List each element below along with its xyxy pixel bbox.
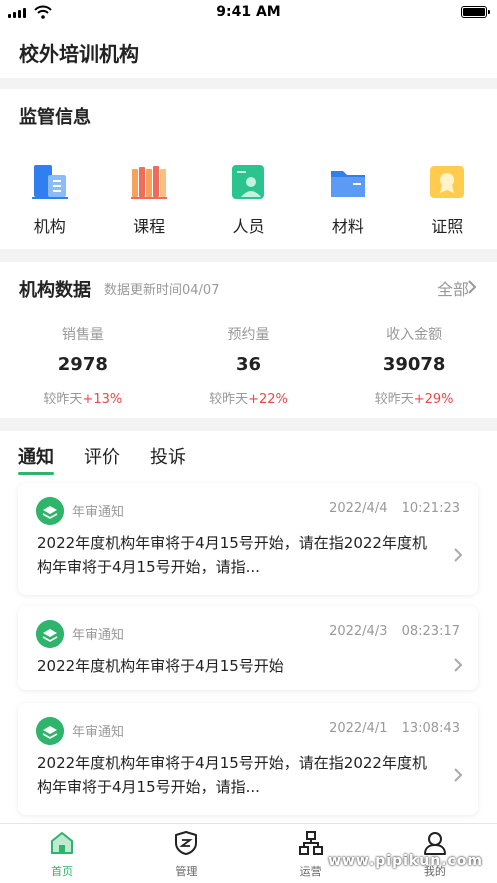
stat-value: 36 bbox=[235, 354, 262, 375]
stat-compare-label: 较昨天 bbox=[43, 392, 83, 407]
status-time: 9:41 AM bbox=[216, 4, 281, 20]
chevron-right-icon bbox=[454, 658, 463, 672]
notice-datetime: 2022/4/1 13:08:43 bbox=[329, 721, 460, 736]
books-icon bbox=[131, 166, 168, 199]
supervision-item-label: 课程 bbox=[133, 217, 166, 236]
stat-value: 2978 bbox=[57, 354, 108, 375]
institution-data-section: 机构数据 数据更新时间04/07 全部 销售量 2978 较昨天+13% 预约量… bbox=[0, 262, 497, 418]
tabbar-item-home[interactable]: 首页 bbox=[0, 824, 124, 883]
chevron-right-icon[interactable] bbox=[465, 277, 479, 297]
tab-complaints[interactable]: 投诉 bbox=[150, 443, 186, 475]
notice-tabs: 通知 评价 投诉 bbox=[18, 443, 216, 475]
supervision-icon-row: 机构 课程 人员 材料 证照 bbox=[0, 163, 497, 243]
tabbar-label: 首页 bbox=[51, 865, 74, 878]
supervision-item-license[interactable]: 证照 bbox=[398, 163, 497, 243]
notice-type: 年审通知 bbox=[72, 628, 125, 643]
notices-section: 通知 评价 投诉 年审通知 2022/4/4 10:21:23 2022年度机构… bbox=[0, 431, 497, 823]
data-updated-time: 数据更新时间04/07 bbox=[104, 283, 220, 298]
chevron-right-icon bbox=[454, 548, 463, 562]
notice-card[interactable]: 年审通知 2022/4/4 10:21:23 2022年度机构年审将于4月15号… bbox=[18, 483, 478, 595]
supervision-item-personnel[interactable]: 人员 bbox=[199, 163, 298, 243]
notice-card[interactable]: 年审通知 2022/4/3 08:23:17 2022年度机构年审将于4月15号… bbox=[18, 606, 478, 690]
home-icon bbox=[51, 832, 74, 854]
stat-compare-label: 较昨天 bbox=[374, 392, 414, 407]
stat-delta: +29% bbox=[413, 392, 454, 407]
shield-icon bbox=[175, 831, 198, 855]
stat-delta: +13% bbox=[82, 392, 123, 407]
notice-datetime: 2022/4/4 10:21:23 bbox=[329, 501, 460, 516]
certificate-icon bbox=[430, 166, 465, 198]
stat-compare: 较昨天+29% bbox=[331, 388, 497, 407]
supervision-item-label: 材料 bbox=[331, 217, 364, 236]
supervision-item-label: 人员 bbox=[232, 217, 265, 236]
stat-label: 预约量 bbox=[227, 327, 270, 343]
supervision-item-course[interactable]: 课程 bbox=[99, 163, 198, 243]
stat-value: 39078 bbox=[382, 354, 446, 375]
org-chart-icon bbox=[298, 831, 323, 855]
stat-sales: 销售量 2978 较昨天+13% bbox=[0, 324, 166, 407]
building-icon bbox=[31, 165, 68, 199]
supervision-title: 监管信息 bbox=[19, 107, 91, 128]
tabbar-label: 管理 bbox=[175, 865, 198, 878]
institution-data-title: 机构数据 bbox=[19, 280, 91, 301]
stat-appointments: 预约量 36 较昨天+22% bbox=[166, 324, 332, 407]
tabbar-item-manage[interactable]: 管理 bbox=[124, 824, 248, 883]
stat-revenue: 收入金额 39078 较昨天+29% bbox=[331, 324, 497, 407]
supervision-item-label: 机构 bbox=[33, 217, 66, 236]
chevron-right-icon bbox=[454, 768, 463, 782]
tab-reviews[interactable]: 评价 bbox=[84, 443, 120, 475]
status-bar: 9:41 AM bbox=[0, 0, 497, 24]
notice-text: 2022年度机构年审将于4月15号开始，请在指2022年度机构年审将于4月15号… bbox=[37, 534, 427, 576]
notice-text: 2022年度机构年审将于4月15号开始 bbox=[37, 657, 284, 675]
supervision-item-label: 证照 bbox=[431, 217, 464, 236]
page-title: 校外培训机构 bbox=[19, 42, 139, 66]
folder-icon bbox=[330, 171, 365, 197]
notice-card[interactable]: 年审通知 2022/4/1 13:08:43 2022年度机构年审将于4月15号… bbox=[18, 703, 478, 815]
notice-type: 年审通知 bbox=[72, 505, 125, 520]
app-header: 校外培训机构 bbox=[0, 24, 497, 78]
stat-label: 销售量 bbox=[61, 327, 104, 343]
stat-delta: +22% bbox=[248, 392, 288, 407]
supervision-item-institution[interactable]: 机构 bbox=[0, 163, 99, 243]
supervision-item-materials[interactable]: 材料 bbox=[298, 163, 397, 243]
notice-icon bbox=[36, 497, 64, 525]
stat-label: 收入金额 bbox=[386, 327, 443, 343]
stat-compare-label: 较昨天 bbox=[209, 392, 249, 407]
stats-row: 销售量 2978 较昨天+13% 预约量 36 较昨天+22% 收入金额 390… bbox=[0, 324, 497, 407]
notice-text: 2022年度机构年审将于4月15号开始，请在指2022年度机构年审将于4月15号… bbox=[37, 754, 427, 796]
notice-type: 年审通知 bbox=[72, 725, 125, 740]
stat-compare: 较昨天+22% bbox=[166, 388, 332, 407]
tab-notices[interactable]: 通知 bbox=[18, 443, 54, 475]
notice-datetime: 2022/4/3 08:23:17 bbox=[329, 624, 460, 639]
notice-icon bbox=[36, 717, 64, 745]
watermark: www.pipikun.com bbox=[328, 853, 483, 869]
supervision-section: 监管信息 机构 课程 人员 材料 证照 bbox=[0, 89, 497, 249]
person-card-icon bbox=[232, 165, 265, 199]
notice-icon bbox=[36, 620, 64, 648]
battery-icon bbox=[461, 6, 490, 18]
stat-compare: 较昨天+13% bbox=[0, 388, 166, 407]
